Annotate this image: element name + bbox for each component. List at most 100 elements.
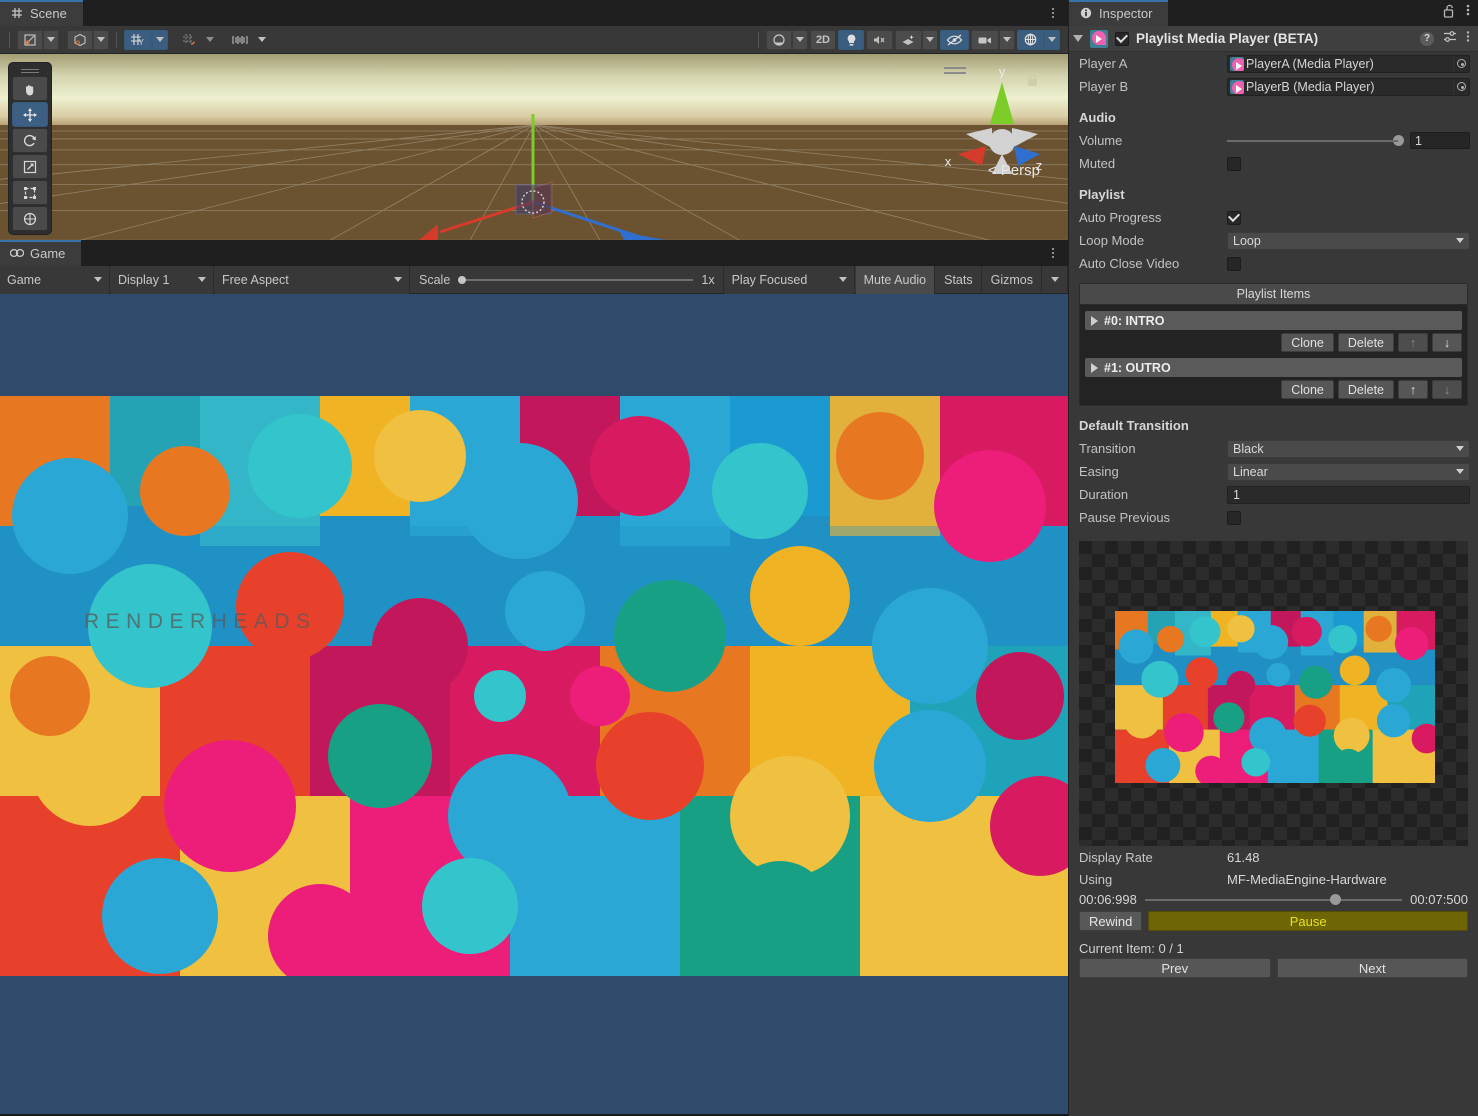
- tab-scene[interactable]: Scene: [0, 0, 83, 26]
- arrow-up-icon[interactable]: ↑: [1398, 333, 1428, 352]
- arrow-up-icon[interactable]: ↑: [1398, 380, 1428, 399]
- next-button[interactable]: Next: [1276, 958, 1468, 978]
- pause-previous-checkbox[interactable]: [1227, 510, 1241, 525]
- game-view-selector[interactable]: Game: [0, 265, 110, 294]
- prev-button[interactable]: Prev: [1079, 958, 1271, 978]
- scene-more-options-icon[interactable]: [1046, 4, 1060, 22]
- tab-inspector[interactable]: Inspector: [1069, 0, 1169, 26]
- light-bulb-icon[interactable]: [838, 29, 864, 50]
- clone-button[interactable]: Clone: [1281, 333, 1334, 352]
- shading-sphere-icon[interactable]: [765, 29, 792, 50]
- camera-icon[interactable]: [971, 29, 999, 50]
- preset-sliders-icon[interactable]: [1443, 30, 1457, 48]
- delete-button[interactable]: Delete: [1337, 380, 1394, 399]
- component-foldout-icon[interactable]: [1073, 35, 1083, 42]
- volume-value-field[interactable]: 1: [1410, 132, 1470, 149]
- component-tools-icon[interactable]: [226, 30, 254, 50]
- media-player-icon: [1090, 29, 1108, 48]
- gizmos-button[interactable]: Gizmos: [983, 265, 1042, 294]
- tab-game[interactable]: Game: [0, 240, 82, 266]
- gizmos-chevron-down-icon[interactable]: [1043, 265, 1068, 294]
- auto-progress-label: Auto Progress: [1079, 210, 1162, 225]
- transition-dropdown[interactable]: Black: [1227, 439, 1470, 458]
- muted-checkbox[interactable]: [1227, 156, 1241, 171]
- triangle-right-icon[interactable]: [1091, 315, 1098, 326]
- rect-transform-icon[interactable]: [12, 180, 48, 205]
- shaded-mode-icon[interactable]: [17, 29, 43, 50]
- scale-icon[interactable]: [12, 154, 48, 179]
- grid-axis-y-icon[interactable]: Y: [124, 29, 152, 50]
- playlist-items-list: #0: INTRO Clone Delete ↑ ↓ #1: OUTRO Clo…: [1080, 305, 1467, 405]
- volume-slider[interactable]: [1227, 135, 1404, 146]
- component-menu-icon[interactable]: [1466, 30, 1470, 48]
- scene-visibility-off-icon[interactable]: [940, 29, 969, 50]
- player-b-objectfield[interactable]: PlayerB (Media Player): [1227, 77, 1470, 96]
- hand-icon[interactable]: [12, 76, 48, 101]
- scale-slider[interactable]: [458, 275, 694, 284]
- twod-chevron-down-icon[interactable]: [93, 29, 109, 50]
- mute-audio-button[interactable]: Mute Audio: [855, 265, 936, 294]
- volume-slider-track[interactable]: [1227, 139, 1398, 142]
- playback-seek-slider[interactable]: [1144, 894, 1403, 905]
- duration-input[interactable]: 1: [1227, 485, 1470, 504]
- display-selector[interactable]: Display 1: [111, 265, 214, 294]
- auto-close-checkbox[interactable]: [1227, 256, 1241, 271]
- inspector-more-options-icon[interactable]: [1466, 3, 1470, 22]
- player-a-objectfield[interactable]: PlayerA (Media Player): [1227, 54, 1470, 73]
- fx-effects-icon[interactable]: [895, 29, 922, 50]
- game-viewport[interactable]: RENDERHEADS: [0, 294, 1068, 1114]
- object-picker-icon[interactable]: [1453, 55, 1469, 72]
- scale-slider-group[interactable]: Scale 1x: [411, 265, 724, 294]
- easing-dropdown[interactable]: Linear: [1227, 462, 1470, 481]
- delete-button[interactable]: Delete: [1337, 333, 1394, 352]
- lock-open-icon[interactable]: [1443, 4, 1456, 21]
- gizmos-globe-icon[interactable]: [1017, 29, 1044, 50]
- arrow-down-icon[interactable]: ↓: [1432, 380, 1462, 399]
- fx-chevron-down-icon[interactable]: [922, 29, 938, 50]
- display-rate-value: 61.48: [1227, 849, 1260, 865]
- move-arrows-icon[interactable]: [12, 102, 48, 127]
- gizmos-chevron-down-icon[interactable]: [1044, 29, 1060, 50]
- pause-previous-label: Pause Previous: [1079, 510, 1171, 525]
- stats-button[interactable]: Stats: [936, 265, 982, 294]
- toggle-2d-button[interactable]: 2D: [809, 29, 836, 50]
- chevron-down-icon: [94, 277, 102, 282]
- scene-viewport[interactable]: y x z < Persp: [0, 54, 1068, 240]
- draw-mode-chevron-down-icon[interactable]: [43, 29, 59, 50]
- help-icon[interactable]: ?: [1420, 31, 1434, 46]
- drag-handle[interactable]: [12, 67, 48, 75]
- grid-chevron-down-icon[interactable]: [152, 29, 168, 50]
- playlist-item-header-0[interactable]: #0: INTRO: [1085, 311, 1462, 330]
- object-picker-icon[interactable]: [1453, 78, 1469, 95]
- component-chevron-down-icon[interactable]: [254, 30, 270, 50]
- toolbar-divider: [9, 31, 10, 48]
- triangle-right-icon[interactable]: [1091, 362, 1098, 373]
- info-circle-icon: [1079, 6, 1093, 20]
- shading-chevron-down-icon[interactable]: [791, 29, 808, 50]
- playlist-item-header-1[interactable]: #1: OUTRO: [1085, 358, 1462, 377]
- rewind-button[interactable]: Rewind: [1079, 911, 1143, 931]
- clone-button[interactable]: Clone: [1281, 380, 1334, 399]
- aspect-ratio-selector[interactable]: Free Aspect: [215, 265, 410, 294]
- snap-chevron-down-icon[interactable]: [202, 30, 218, 50]
- component-enabled-checkbox[interactable]: [1115, 31, 1129, 46]
- pause-button[interactable]: Pause: [1148, 911, 1468, 931]
- perspective-label[interactable]: < Persp: [988, 162, 1040, 179]
- playback-seek-knob[interactable]: [1330, 894, 1342, 905]
- loop-mode-dropdown[interactable]: Loop: [1227, 231, 1470, 250]
- tab-scene-label: Scene: [30, 5, 67, 21]
- game-more-options-icon[interactable]: [1046, 244, 1060, 262]
- toolbar-divider-3: [757, 31, 759, 48]
- audio-mute-icon[interactable]: [866, 29, 893, 50]
- inspector-tab-actions: [1443, 3, 1478, 26]
- rotate-icon[interactable]: [12, 128, 48, 153]
- grid-snap-icon[interactable]: [176, 30, 202, 50]
- play-mode-selector[interactable]: Play Focused: [724, 265, 855, 294]
- wireframe-cube-icon[interactable]: [67, 29, 93, 50]
- transform-combined-icon[interactable]: [12, 206, 48, 231]
- gizmo-lock-icon[interactable]: [1027, 74, 1038, 92]
- auto-progress-checkbox[interactable]: [1227, 210, 1241, 225]
- camera-chevron-down-icon[interactable]: [999, 29, 1015, 50]
- arrow-down-icon[interactable]: ↓: [1432, 333, 1462, 352]
